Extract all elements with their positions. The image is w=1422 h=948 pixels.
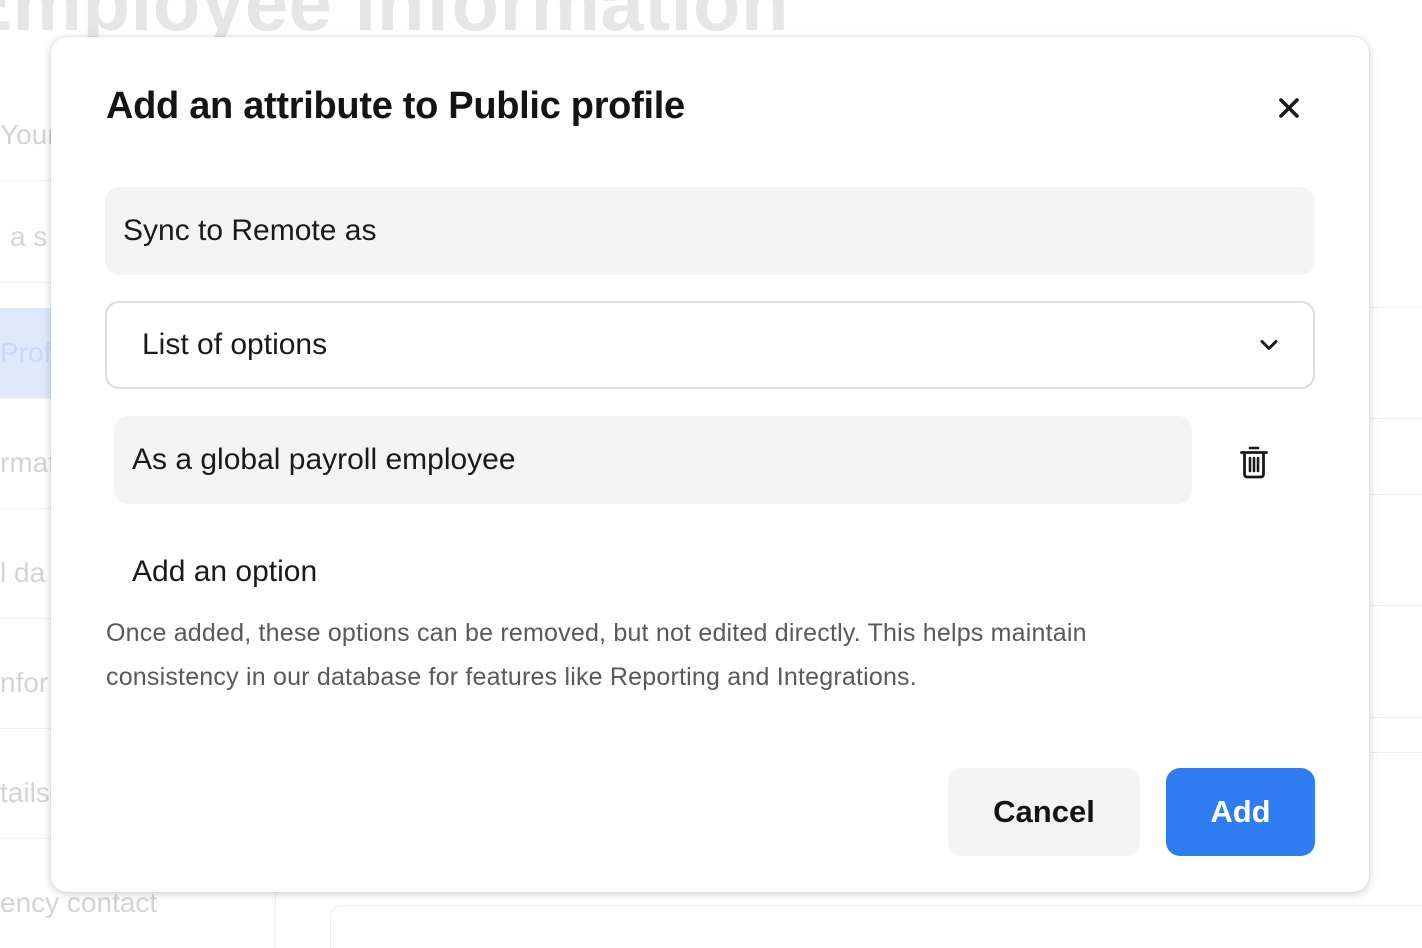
add-option-button[interactable]: Add an option (132, 555, 317, 589)
attribute-name-input[interactable] (105, 187, 1315, 275)
background-divider (1370, 307, 1422, 308)
background-divider (1370, 494, 1422, 495)
dialog-title: Add an attribute to Public profile (106, 85, 685, 127)
close-icon (1279, 98, 1299, 118)
trash-icon (1240, 446, 1268, 479)
background-divider (1370, 605, 1422, 606)
close-button[interactable] (1270, 89, 1308, 127)
option-input[interactable] (114, 416, 1192, 504)
background-divider (1370, 752, 1422, 753)
background-divider (1370, 717, 1422, 718)
add-attribute-dialog: Add an attribute to Public profile List … (51, 37, 1369, 892)
cancel-button[interactable]: Cancel (948, 768, 1140, 856)
attribute-type-selected-value: List of options (142, 328, 328, 361)
chevron-down-icon (1260, 340, 1278, 350)
delete-option-button[interactable] (1234, 442, 1274, 482)
background-card (330, 905, 1422, 948)
attribute-type-select[interactable]: List of options (105, 301, 1315, 389)
add-button[interactable]: Add (1166, 768, 1315, 856)
background-divider (1370, 418, 1422, 419)
help-text: Once added, these options can be removed… (106, 619, 1087, 691)
